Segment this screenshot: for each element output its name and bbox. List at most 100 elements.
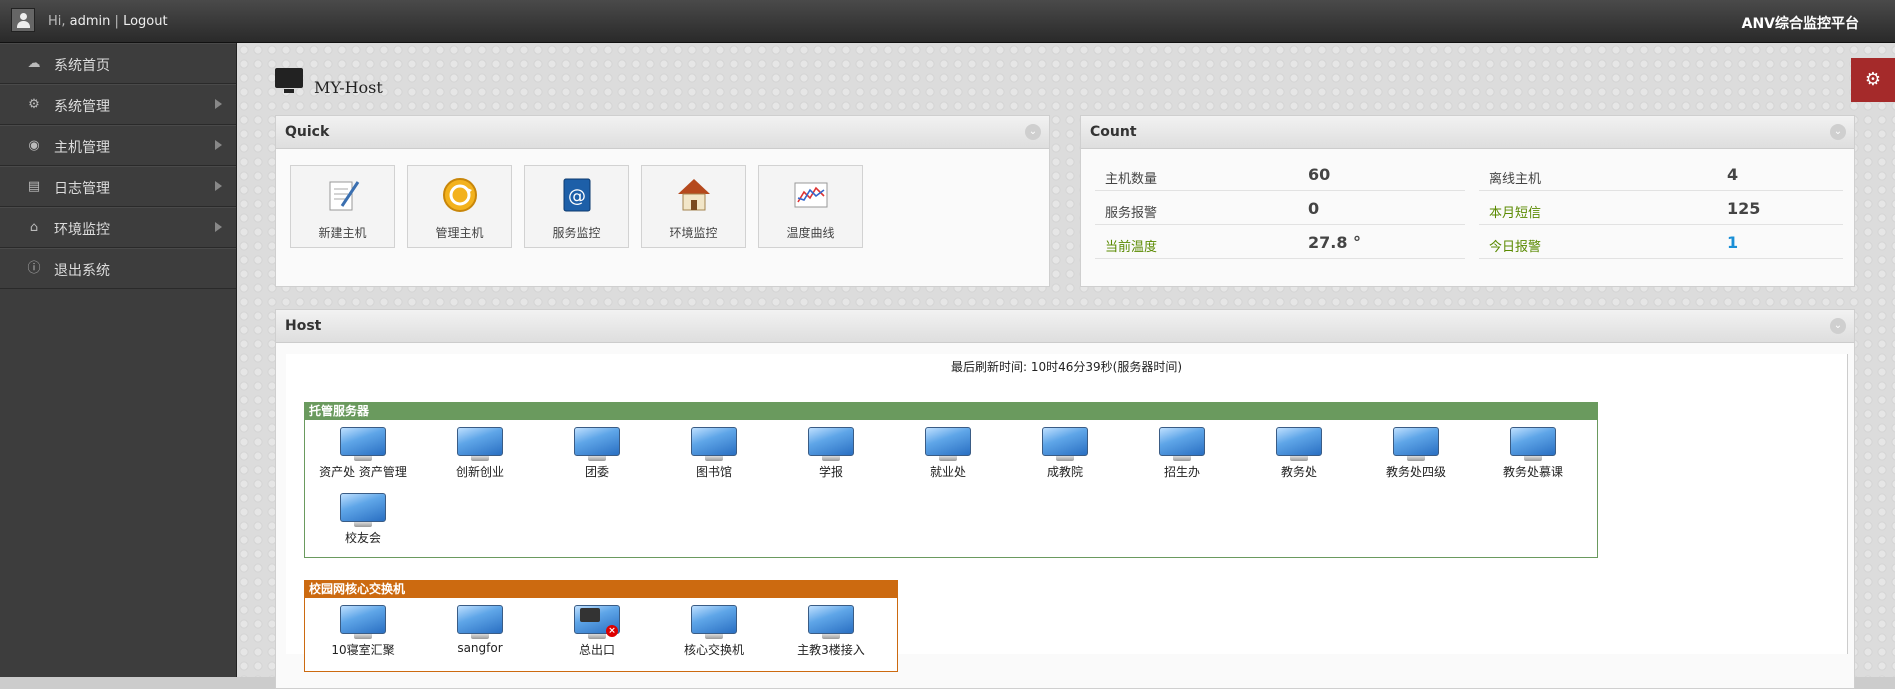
host-node[interactable]: 教务处慕课 <box>1483 427 1583 480</box>
globe-icon: ◉ <box>28 138 40 153</box>
logout-link[interactable]: Logout <box>123 14 168 29</box>
host-node[interactable]: 校友会 <box>313 493 413 546</box>
quick-panel-header: Quick ⌄ <box>276 116 1049 149</box>
chevron-right-icon <box>215 140 222 150</box>
host-label: sangfor <box>457 641 503 655</box>
gears-icon: ⚙ <box>1864 69 1882 90</box>
sidebar-item-hosts[interactable]: ◉ 主机管理 <box>0 125 236 166</box>
count-row: 今日报警 1 <box>1479 226 1843 259</box>
user-icon[interactable] <box>11 8 35 32</box>
book-icon: ▤ <box>27 179 41 194</box>
username: admin <box>69 14 111 29</box>
collapse-icon[interactable]: ⌄ <box>1830 124 1846 140</box>
host-node[interactable]: 学报 <box>781 427 881 480</box>
quick-service-monitor[interactable]: @ 服务监控 <box>524 165 629 248</box>
host-node[interactable]: 主教3楼接入 <box>781 605 881 658</box>
quick-item-label: 新建主机 <box>318 226 367 240</box>
host-node[interactable]: 资产处 资产管理 <box>313 427 413 480</box>
quick-panel-title: Quick <box>285 124 330 140</box>
monitor-icon <box>1159 427 1205 461</box>
collapse-icon[interactable]: ⌄ <box>1025 124 1041 140</box>
sidebar-item-label: 系统首页 <box>54 58 110 74</box>
host-node[interactable]: 招生办 <box>1132 427 1232 480</box>
main-content: ⚙ MY-Host Quick ⌄ 新建主机 管理主机 @ 服务监控 环境监控 … <box>237 43 1895 689</box>
count-row: 服务报警 0 <box>1095 192 1465 225</box>
host-panel-title: Host <box>285 318 322 334</box>
monitor-icon <box>275 68 303 93</box>
sidebar-item-label: 日志管理 <box>54 181 110 197</box>
monitor-icon <box>340 605 386 639</box>
host-label: 10寝室汇聚 <box>331 643 395 657</box>
svg-text:@: @ <box>568 186 586 207</box>
sidebar-item-label: 退出系统 <box>54 263 110 279</box>
host-label: 教务处四级 <box>1385 465 1446 479</box>
monitor-icon <box>1393 427 1439 461</box>
host-label: 总出口 <box>578 643 615 657</box>
monitor-error-icon: × <box>574 605 620 639</box>
host-node[interactable]: 成教院 <box>1015 427 1115 480</box>
new-document-icon <box>329 181 360 211</box>
sidebar-item-exit[interactable]: ⓘ 退出系统 <box>0 248 236 289</box>
host-label: 就业处 <box>929 465 966 479</box>
count-row: 本月短信 125 <box>1479 192 1843 225</box>
host-panel: Host ⌄ 最后刷新时间: 10时46分39秒(服务器时间) 托管服务器 资产… <box>275 309 1855 689</box>
host-label: 创新创业 <box>455 465 504 479</box>
count-label: 服务报警 <box>1105 206 1158 221</box>
monitor-icon <box>808 605 854 639</box>
home-icon: ☁ <box>27 56 41 71</box>
host-label: 成教院 <box>1046 465 1083 479</box>
quick-environment-monitor[interactable]: 环境监控 <box>641 165 746 248</box>
host-node[interactable]: 核心交换机 <box>664 605 764 658</box>
page-title-text: MY-Host <box>314 78 383 97</box>
host-node[interactable]: 10寝室汇聚 <box>313 605 413 658</box>
count-panel-title: Count <box>1090 124 1137 140</box>
host-label: 招生办 <box>1163 465 1200 479</box>
quick-item-label: 服务监控 <box>552 226 601 240</box>
count-label: 离线主机 <box>1489 172 1542 187</box>
host-node[interactable]: 创新创业 <box>430 427 530 480</box>
sidebar-item-logs[interactable]: ▤ 日志管理 <box>0 166 236 207</box>
brand-title: ANV综合监控平台 <box>1741 16 1859 32</box>
host-group-title: 托管服务器 <box>305 403 1597 420</box>
quick-temperature-curve[interactable]: 温度曲线 <box>758 165 863 248</box>
gears-icon: ⚙ <box>28 97 40 112</box>
host-group-title: 校园网核心交换机 <box>305 581 897 598</box>
host-node[interactable]: × 总出口 <box>547 605 647 658</box>
sidebar: ☁ 系统首页 ⚙ 系统管理 ◉ 主机管理 ▤ 日志管理 ⌂ 环境监控 ⓘ 退出系… <box>0 43 237 677</box>
host-node[interactable]: 教务处四级 <box>1366 427 1466 480</box>
host-node[interactable]: 图书馆 <box>664 427 764 480</box>
address-book-icon: @ <box>563 178 591 212</box>
host-node[interactable]: 团委 <box>547 427 647 480</box>
count-panel-header: Count ⌄ <box>1081 116 1854 149</box>
host-node[interactable]: sangfor <box>430 605 530 655</box>
top-bar: Hi, admin | Logout ANV综合监控平台 <box>0 0 1895 43</box>
chevron-right-icon <box>215 222 222 232</box>
sidebar-item-label: 环境监控 <box>54 222 110 238</box>
house-icon <box>678 179 710 211</box>
sidebar-item-home[interactable]: ☁ 系统首页 <box>0 43 236 84</box>
monitor-icon <box>340 427 386 461</box>
host-label: 资产处 资产管理 <box>319 465 407 479</box>
refresh-time: 最后刷新时间: 10时46分39秒(服务器时间) <box>950 360 1183 374</box>
settings-button[interactable]: ⚙ <box>1851 58 1895 102</box>
greeting-text: Hi, <box>48 14 66 29</box>
sidebar-item-environment[interactable]: ⌂ 环境监控 <box>0 207 236 248</box>
quick-item-label: 管理主机 <box>435 226 484 240</box>
info-icon: ⓘ <box>27 261 41 276</box>
quick-new-host[interactable]: 新建主机 <box>290 165 395 248</box>
host-node[interactable]: 就业处 <box>898 427 998 480</box>
host-label: 图书馆 <box>695 465 732 479</box>
quick-panel: Quick ⌄ 新建主机 管理主机 @ 服务监控 环境监控 温度曲线 <box>275 115 1050 287</box>
monitor-icon <box>925 427 971 461</box>
sidebar-item-system[interactable]: ⚙ 系统管理 <box>0 84 236 125</box>
host-node[interactable]: 教务处 <box>1249 427 1349 480</box>
host-label: 教务处慕课 <box>1502 465 1563 479</box>
host-map: 最后刷新时间: 10时46分39秒(服务器时间) 托管服务器 资产处 资产管理 创… <box>286 354 1848 672</box>
collapse-icon[interactable]: ⌄ <box>1830 318 1846 334</box>
line-chart-icon <box>794 182 828 208</box>
quick-manage-hosts[interactable]: 管理主机 <box>407 165 512 248</box>
count-row: 当前温度 27.8 ° <box>1095 226 1465 259</box>
count-value: 60 <box>1308 165 1331 184</box>
quick-item-label: 环境监控 <box>669 226 718 240</box>
count-row: 离线主机 4 <box>1479 158 1843 191</box>
